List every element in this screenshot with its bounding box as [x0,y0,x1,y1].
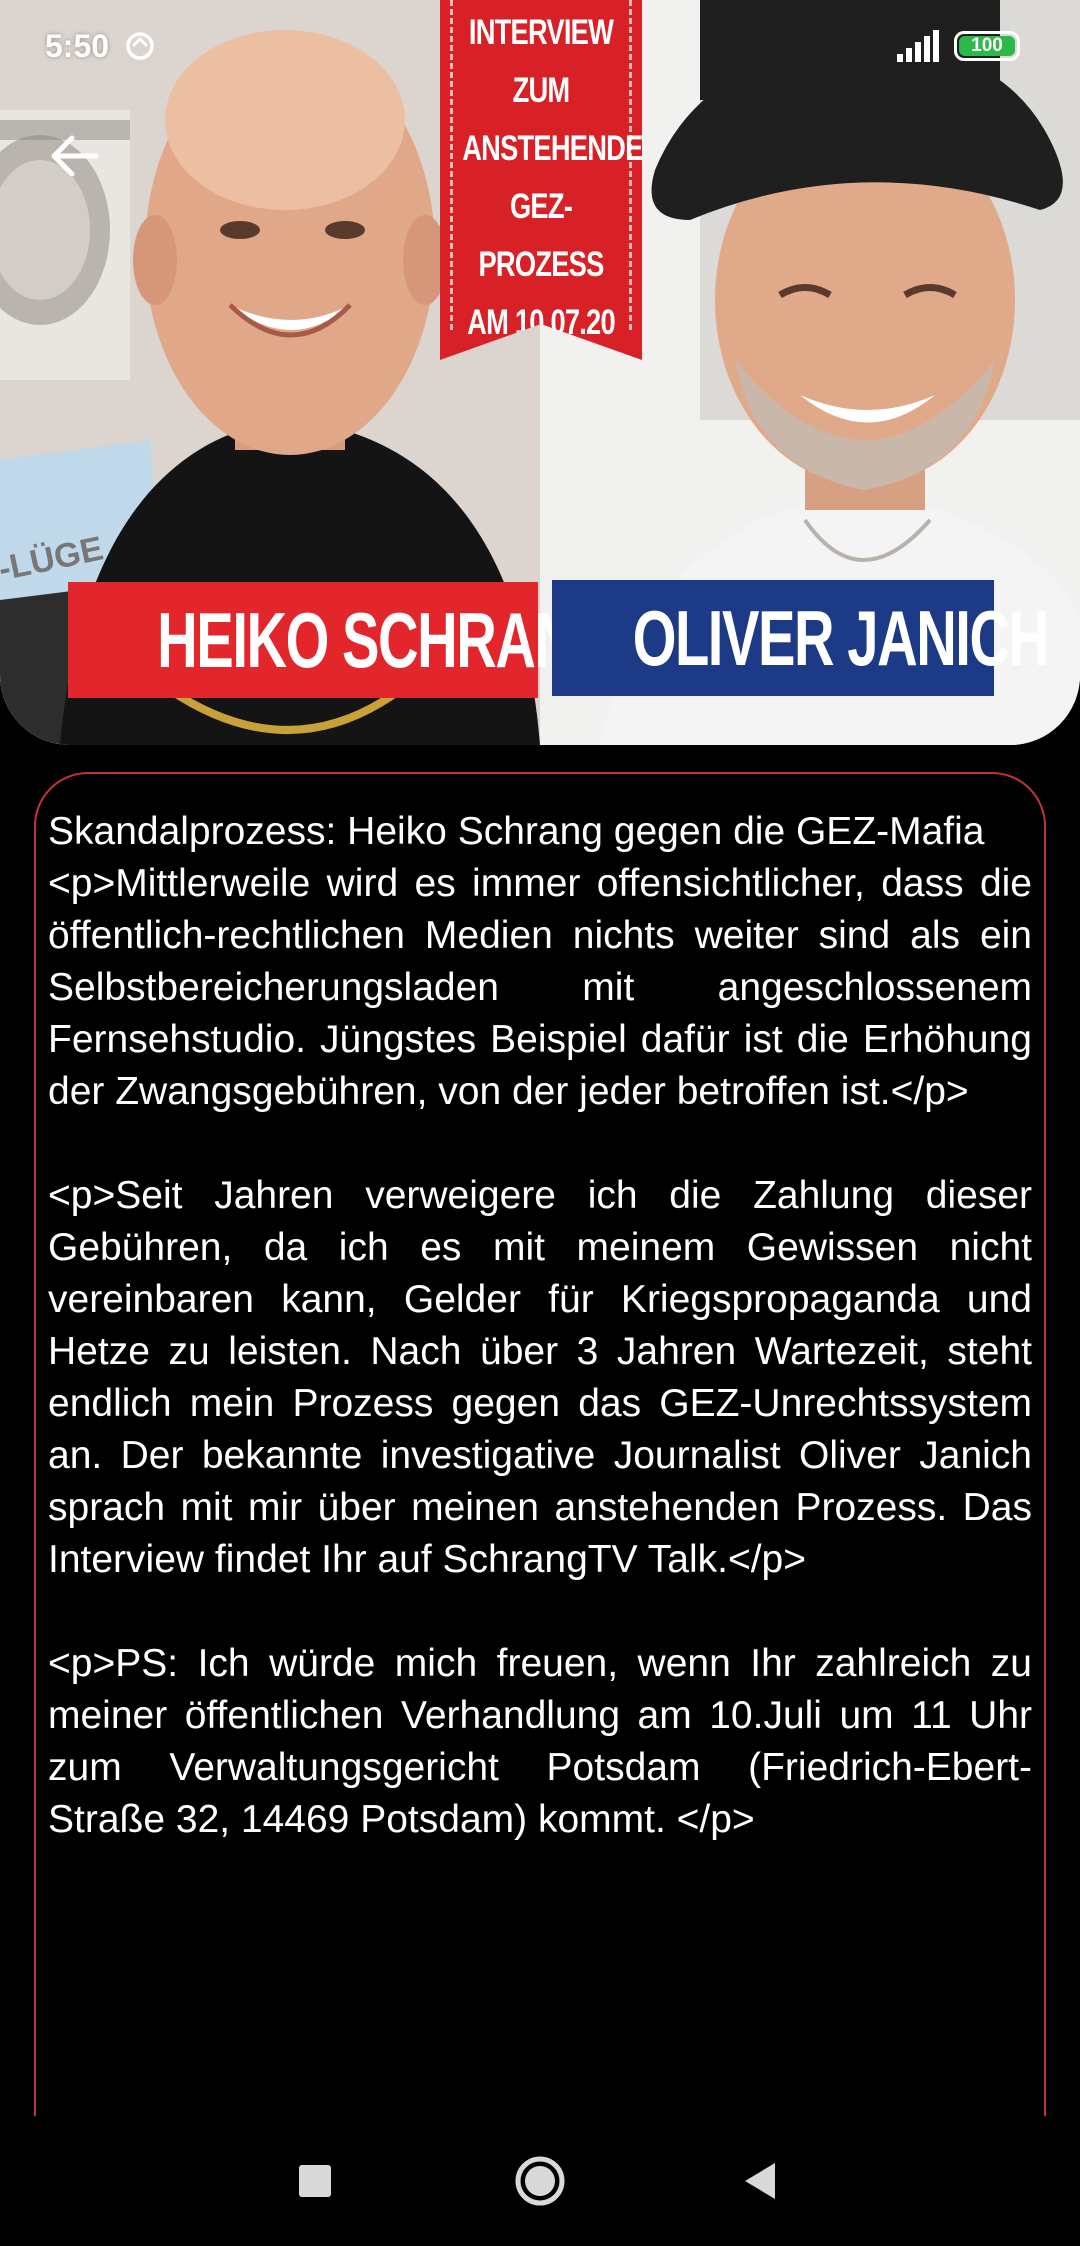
article-title: Skandalprozess: Heiko Schrang gegen die … [48,810,985,853]
recent-apps-icon[interactable] [280,2146,350,2216]
navigation-bar [0,2116,1080,2246]
article-paragraph: <p>Seit Jahren verweigere ich die Zahlun… [48,1174,1032,1581]
back-triangle-icon[interactable] [725,2146,795,2216]
article-body: Skandalprozess: Heiko Schrang gegen die … [48,806,1032,1846]
content-scroll-area[interactable]: Skandalprozess: Heiko Schrang gegen die … [0,0,1080,2116]
article-paragraph: <p>PS: Ich würde mich freuen, wenn Ihr z… [48,1642,1032,1841]
home-icon[interactable] [505,2146,575,2216]
article-paragraph: <p>Mittlerweile wird es immer offensicht… [48,862,1032,1113]
